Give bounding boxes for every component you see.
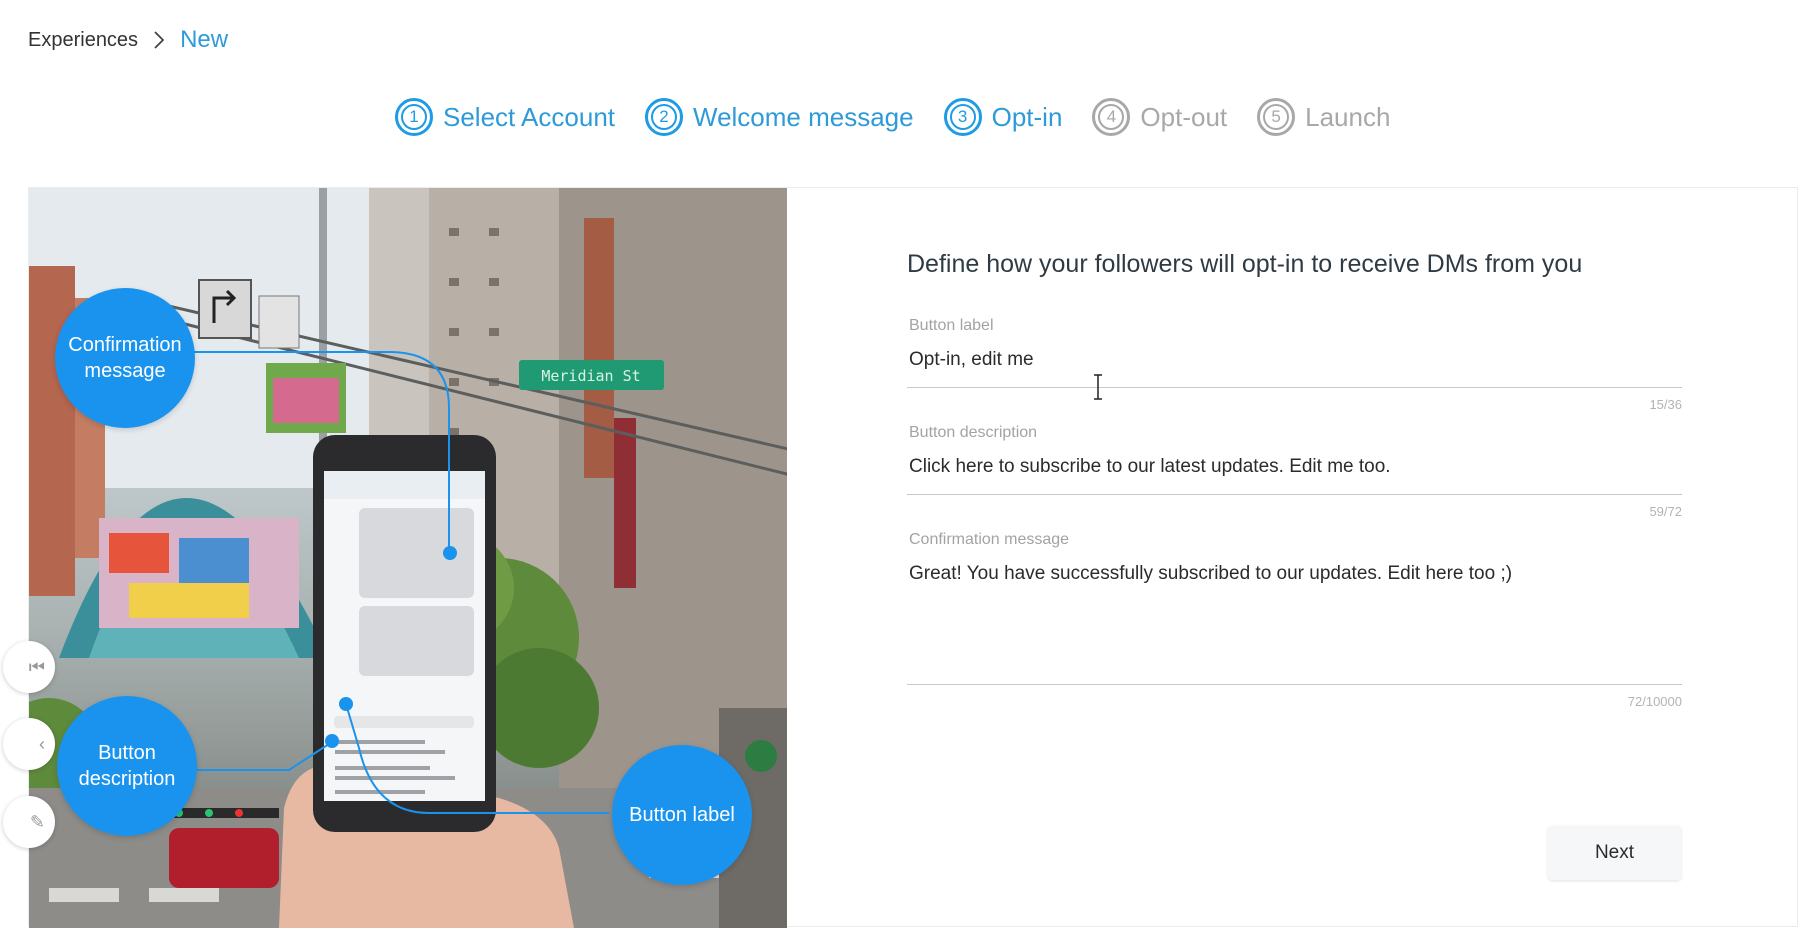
text-cursor-icon — [1094, 374, 1102, 400]
step-number-circle: 4 — [1092, 98, 1131, 136]
button-description-counter: 59/72 — [1649, 504, 1682, 519]
step-select-account[interactable]: 1 Select Account — [395, 98, 615, 136]
step-opt-out[interactable]: 4 Opt-out — [1092, 98, 1227, 136]
confirmation-message-textarea[interactable]: Great! You have successfully subscribed … — [907, 549, 1682, 685]
step-number-circle: 2 — [645, 98, 683, 136]
step-label: Opt-in — [991, 101, 1063, 132]
step-opt-in[interactable]: 3 Opt-in — [943, 98, 1063, 136]
step-label: Welcome message — [693, 101, 914, 132]
button-label-field: Button label 15/36 — [907, 317, 1682, 412]
step-welcome-message[interactable]: 2 Welcome message — [645, 98, 914, 136]
illustration-photo: Meridian St Confirmation message Button … — [29, 188, 787, 928]
step-number-circle: 3 — [943, 98, 982, 136]
chevron-right-icon — [152, 30, 166, 50]
button-description-label: Button description — [909, 424, 1038, 441]
button-description-input[interactable] — [907, 442, 1682, 495]
confirmation-message-label: Confirmation message — [909, 531, 1070, 548]
opt-in-form: Define how your followers will opt-in to… — [907, 250, 1682, 721]
back-icon[interactable]: ‹ — [3, 718, 55, 770]
button-label-input[interactable] — [907, 335, 1682, 388]
step-launch[interactable]: 5 Launch — [1257, 98, 1390, 136]
confirmation-message-field: Confirmation message Great! You have suc… — [907, 531, 1682, 709]
confirmation-message-counter: 72/10000 — [1627, 694, 1682, 709]
edit-icon[interactable]: ✎ — [3, 796, 55, 848]
step-number-circle: 1 — [395, 98, 433, 136]
wizard-stepper: 1 Select Account 2 Welcome message 3 Opt… — [395, 98, 1420, 136]
step-label: Launch — [1305, 101, 1391, 132]
rewind-icon[interactable]: ⏮ — [3, 641, 55, 693]
breadcrumb-experiences-link[interactable]: Experiences — [28, 29, 138, 52]
button-description-field: Button description 59/72 — [907, 424, 1682, 519]
button-label-label: Button label — [909, 317, 994, 334]
bubble-confirmation-message: Confirmation message — [55, 288, 195, 428]
button-label-counter: 15/36 — [1649, 397, 1682, 412]
bubble-button-description: Button description — [57, 696, 197, 836]
street-sign-text: Meridian St — [541, 367, 640, 385]
form-title: Define how your followers will opt-in to… — [907, 250, 1583, 278]
bubble-button-label: Button label — [612, 745, 752, 885]
next-button[interactable]: Next — [1548, 826, 1681, 880]
breadcrumb: Experiences New — [28, 26, 228, 54]
step-label: Opt-out — [1140, 101, 1228, 132]
breadcrumb-current: New — [180, 26, 229, 53]
step-label: Select Account — [443, 101, 615, 132]
step-number-circle: 5 — [1257, 98, 1296, 136]
